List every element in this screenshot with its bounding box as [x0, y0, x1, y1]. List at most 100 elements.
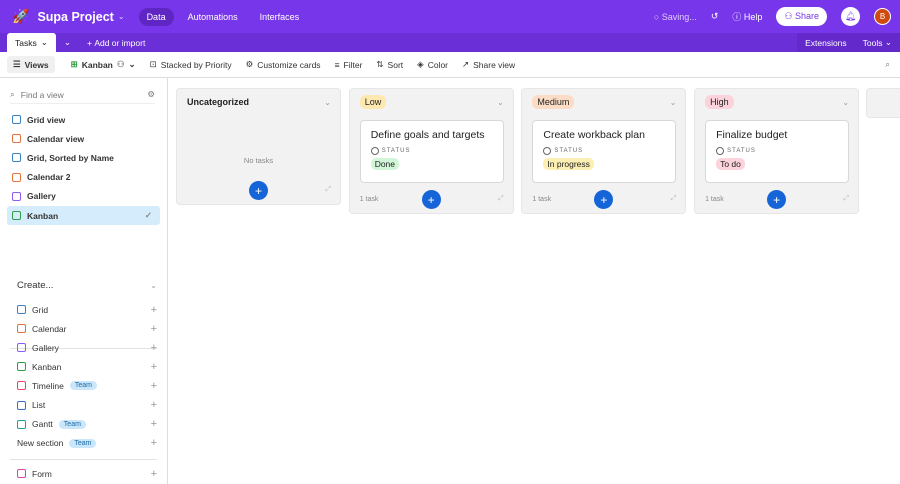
view-toolbar: ☰ Views ⊞ Kanban ⚇ ⌄ ⊡ Stacked by Priority…: [0, 52, 900, 78]
history-icon[interactable]: ↺: [711, 11, 719, 22]
create-label: Gantt: [32, 419, 53, 430]
find-view-input[interactable]: ⌕ Find a view ⚙: [10, 86, 155, 104]
nav-data[interactable]: Data: [138, 7, 174, 26]
status-icon: [543, 147, 552, 155]
view-item[interactable]: Kanban ✓: [7, 206, 160, 225]
views-button[interactable]: ☰ Views: [7, 56, 55, 73]
create-toggle[interactable]: Create... ⌄: [17, 276, 157, 295]
chevron-down-icon: ⌄: [40, 37, 48, 47]
view-label: Gallery: [27, 191, 56, 202]
create-label: Gallery: [32, 342, 59, 353]
create-item[interactable]: New section Team +: [17, 434, 157, 453]
create-item[interactable]: Timeline Team +: [17, 376, 157, 395]
stacked-by-button[interactable]: ⊡ Stacked by Priority: [144, 56, 238, 73]
add-or-import-button[interactable]: + Add or import: [79, 33, 153, 52]
status-field-label: STATUS: [543, 147, 665, 155]
view-type-icon: [17, 305, 26, 314]
view-item[interactable]: Gallery: [7, 187, 160, 206]
kanban-column: Low ⌄ Define goals and targets STATUS Done 1 …: [348, 88, 514, 214]
expand-icon[interactable]: ⤢: [843, 195, 849, 203]
create-item[interactable]: Gantt Team +: [17, 415, 157, 434]
add-stack-column[interactable]: [866, 88, 900, 118]
view-label: Grid view: [27, 114, 66, 125]
expand-icon[interactable]: ⤢: [671, 195, 677, 203]
view-item[interactable]: Calendar 2: [7, 168, 160, 187]
view-type-icon: [12, 191, 21, 201]
chevron-down-icon[interactable]: ⌄: [842, 98, 849, 107]
status-badge: In progress: [543, 158, 594, 170]
view-label: Calendar view: [27, 133, 85, 144]
share-view-button[interactable]: ↗ Share view: [456, 56, 521, 73]
status-field-label: STATUS: [370, 147, 493, 155]
plus-icon[interactable]: +: [151, 468, 157, 480]
view-type-icon: [12, 211, 21, 220]
task-card[interactable]: Finalize budget STATUS To do: [705, 120, 850, 183]
view-switcher[interactable]: ⊞ Kanban ⚇ ⌄: [65, 56, 142, 73]
project-title[interactable]: Supa Project: [37, 10, 113, 24]
help-button[interactable]: ⓘ Help: [732, 10, 762, 23]
search-icon[interactable]: ⌕: [879, 56, 896, 73]
plus-icon[interactable]: +: [151, 304, 157, 316]
create-item[interactable]: List +: [17, 396, 157, 415]
task-count: 1 task: [705, 196, 724, 203]
tools-button[interactable]: Tools ⌄: [855, 33, 900, 52]
color-button[interactable]: ◈ Color: [411, 56, 454, 73]
collaborators-icon: ⚇: [116, 59, 125, 69]
create-form[interactable]: Form +: [17, 464, 157, 483]
share-button[interactable]: ⚇ Share: [776, 7, 827, 26]
task-card[interactable]: Define goals and targets STATUS Done: [359, 120, 504, 183]
plus-icon[interactable]: +: [151, 342, 157, 354]
check-icon: ✓: [144, 210, 152, 220]
task-count: 1 task: [359, 196, 379, 203]
chevron-down-icon[interactable]: ⌄: [118, 12, 125, 21]
column-title: High: [705, 95, 734, 109]
card-title: Finalize budget: [716, 129, 788, 141]
settings-gear-icon[interactable]: ⚙: [147, 89, 155, 100]
create-item[interactable]: Grid +: [17, 300, 157, 319]
rocket-logo-icon: 🚀: [12, 8, 30, 24]
card-title: Define goals and targets: [370, 129, 485, 141]
view-item[interactable]: Grid, Sorted by Name: [7, 148, 160, 167]
expand-icon[interactable]: ⤢: [498, 195, 504, 203]
view-type-icon: [12, 115, 21, 124]
extensions-button[interactable]: Extensions: [797, 33, 855, 52]
add-task-button[interactable]: +: [767, 190, 787, 209]
plus-icon[interactable]: +: [151, 418, 157, 430]
add-task-button[interactable]: +: [249, 181, 268, 200]
column-title[interactable]: Uncategorized: [187, 97, 249, 107]
plus-icon[interactable]: +: [151, 361, 157, 373]
plus-icon[interactable]: +: [151, 380, 157, 392]
create-label: List: [32, 400, 46, 410]
notifications-bell-icon[interactable]: 🔔︎: [841, 7, 860, 26]
task-card[interactable]: Create workback plan STATUS In progress: [532, 120, 677, 183]
sort-button[interactable]: ⇅ Sort: [370, 56, 409, 73]
tab-tasks[interactable]: Tasks ⌄: [7, 33, 56, 52]
view-type-icon: [17, 400, 26, 410]
expand-icon[interactable]: ⤢: [325, 186, 331, 194]
view-item[interactable]: Grid view: [7, 110, 160, 129]
add-task-button[interactable]: +: [421, 190, 441, 209]
avatar[interactable]: B: [874, 8, 891, 25]
search-icon: ⌕: [10, 89, 15, 99]
top-bar: 🚀 Supa Project ⌄ Data Automations Interfa…: [0, 0, 900, 33]
filter-button[interactable]: ≡ Filter: [329, 57, 369, 73]
create-item[interactable]: Calendar +: [17, 319, 157, 338]
customize-cards-button[interactable]: ⚙ Customize cards: [240, 56, 327, 73]
create-item[interactable]: Gallery +: [17, 338, 157, 357]
create-item[interactable]: Kanban +: [17, 357, 157, 376]
kanban-column: Medium ⌄ Create workback plan STATUS In prog…: [521, 88, 687, 214]
tables-dropdown[interactable]: ⌄: [56, 33, 79, 52]
status-icon: [370, 147, 379, 155]
plus-icon[interactable]: +: [151, 399, 157, 411]
chevron-down-icon[interactable]: ⌄: [497, 98, 504, 107]
empty-message: No tasks: [243, 156, 274, 165]
plus-icon[interactable]: +: [151, 323, 157, 335]
nav-interfaces[interactable]: Interfaces: [252, 8, 308, 26]
add-task-button[interactable]: +: [594, 190, 614, 209]
view-item[interactable]: Calendar view: [7, 129, 160, 148]
create-label: New section: [17, 438, 64, 449]
chevron-down-icon[interactable]: ⌄: [670, 98, 677, 107]
nav-automations[interactable]: Automations: [180, 8, 246, 26]
plus-icon[interactable]: +: [151, 437, 157, 449]
chevron-down-icon[interactable]: ⌄: [324, 98, 331, 107]
